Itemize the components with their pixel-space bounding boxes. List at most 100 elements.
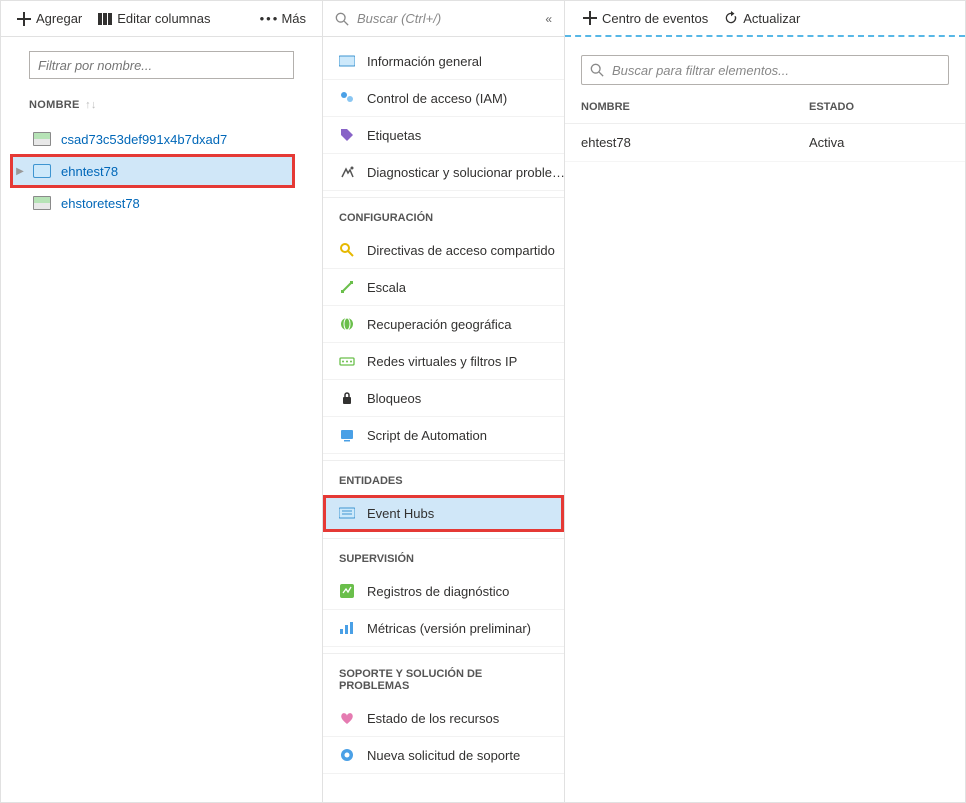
col-state-header[interactable]: ESTADO [809, 101, 949, 113]
storage-icon [33, 132, 51, 146]
resource-name: ehstoretest78 [61, 196, 140, 211]
resource-name: csad73c53def991x4b7dxad7 [61, 132, 227, 147]
nav-item-diagnose[interactable]: Diagnosticar y solucionar proble… [323, 154, 564, 191]
nav-item-label: Escala [367, 280, 406, 295]
collapse-button[interactable]: « [545, 12, 552, 26]
detail-table-body: ehtest78Activa [565, 124, 965, 162]
nav-item-key[interactable]: Directivas de acceso compartido [323, 232, 564, 269]
eventhub-icon [339, 505, 355, 521]
row-state: Activa [809, 135, 949, 150]
detail-table: NOMBRE ESTADO ehtest78Activa [565, 89, 965, 162]
nav-item-diaglogs[interactable]: Registros de diagnóstico [323, 573, 564, 610]
nav-item-support[interactable]: Nueva solicitud de soporte [323, 737, 564, 774]
diaglogs-icon [339, 583, 355, 599]
metrics-icon [339, 620, 355, 636]
detail-search-wrap: Buscar para filtrar elementos... [565, 37, 965, 89]
nav-search[interactable]: Buscar (Ctrl+/) « [323, 1, 564, 37]
tag-icon [339, 127, 355, 143]
nav-item-health[interactable]: Estado de los recursos [323, 700, 564, 737]
refresh-button[interactable]: Actualizar [716, 7, 808, 30]
iam-icon [339, 90, 355, 106]
nav-item-automation[interactable]: Script de Automation [323, 417, 564, 454]
nav-item-label: Métricas (versión preliminar) [367, 621, 531, 636]
filter-input[interactable] [29, 51, 294, 79]
nav-section-title: ENTIDADES [323, 460, 564, 495]
support-icon [339, 747, 355, 763]
nav-item-eventhub[interactable]: Event Hubs [323, 495, 564, 532]
event-center-label: Centro de eventos [602, 11, 708, 26]
nav-item-vnet[interactable]: Redes virtuales y filtros IP [323, 343, 564, 380]
columns-icon [98, 12, 112, 26]
nav-item-overview[interactable]: Información general [323, 43, 564, 80]
vnet-icon [339, 353, 355, 369]
diagnose-icon [339, 164, 355, 180]
resources-toolbar: Agregar Editar columnas ••• Más [1, 1, 322, 37]
nav-item-label: Directivas de acceso compartido [367, 243, 555, 258]
nav-item-label: Diagnosticar y solucionar proble… [367, 165, 564, 180]
resource-name: ehntest78 [61, 164, 118, 179]
sort-arrow-icon: ↑↓ [85, 99, 97, 111]
nav-item-label: Control de acceso (IAM) [367, 91, 507, 106]
add-button[interactable]: Agregar [9, 7, 90, 30]
nav-section-title: CONFIGURACIÓN [323, 197, 564, 232]
refresh-icon [724, 11, 738, 25]
health-icon [339, 710, 355, 726]
lock-icon [339, 390, 355, 406]
nav-item-label: Información general [367, 54, 482, 69]
resource-item[interactable]: ▶ehstoretest78 [11, 187, 294, 219]
scale-icon [339, 279, 355, 295]
nav-item-label: Script de Automation [367, 428, 487, 443]
resources-list: ▶csad73c53def991x4b7dxad7 ▶ ehntest78 ▶ehst… [1, 117, 322, 219]
nav-item-label: Redes virtuales y filtros IP [367, 354, 517, 369]
nav-search-placeholder: Buscar (Ctrl+/) [357, 11, 441, 26]
overview-icon [339, 53, 355, 69]
resources-panel: Agregar Editar columnas ••• Más NOMBRE ↑… [1, 1, 323, 802]
more-label: Más [281, 11, 306, 26]
resource-item[interactable]: ▶ ehntest78 [11, 155, 294, 187]
nav-item-lock[interactable]: Bloqueos [323, 380, 564, 417]
plus-icon [583, 11, 597, 25]
nav-item-label: Registros de diagnóstico [367, 584, 509, 599]
nav-item-tag[interactable]: Etiquetas [323, 117, 564, 154]
nav-section-title: SOPORTE Y SOLUCIÓN DE PROBLEMAS [323, 653, 564, 700]
event-center-button[interactable]: Centro de eventos [575, 7, 716, 30]
col-name-header[interactable]: NOMBRE [581, 101, 809, 113]
detail-search[interactable]: Buscar para filtrar elementos... [581, 55, 949, 85]
nav-item-label: Nueva solicitud de soporte [367, 748, 520, 763]
detail-toolbar: Centro de eventos Actualizar [565, 1, 965, 37]
filter-wrapper [1, 37, 322, 89]
nav-item-iam[interactable]: Control de acceso (IAM) [323, 80, 564, 117]
nav-item-label: Event Hubs [367, 506, 434, 521]
eventhub-icon [33, 164, 51, 178]
nav-section-title: SUPERVISIÓN [323, 538, 564, 573]
col-name-label: NOMBRE [29, 99, 80, 111]
search-icon [335, 12, 349, 26]
nav-item-metrics[interactable]: Métricas (versión preliminar) [323, 610, 564, 647]
nav-item-geo[interactable]: Recuperación geográfica [323, 306, 564, 343]
plus-icon [17, 12, 31, 26]
search-icon [590, 63, 604, 77]
edit-columns-button[interactable]: Editar columnas [90, 7, 218, 30]
table-row[interactable]: ehtest78Activa [565, 124, 965, 162]
detail-panel: Centro de eventos Actualizar Buscar para… [565, 1, 965, 802]
detail-table-head: NOMBRE ESTADO [565, 95, 965, 124]
ellipsis-icon: ••• [262, 12, 276, 26]
refresh-label: Actualizar [743, 11, 800, 26]
storage-icon [33, 196, 51, 210]
nav-item-label: Etiquetas [367, 128, 421, 143]
row-name: ehtest78 [581, 135, 809, 150]
resources-col-header[interactable]: NOMBRE ↑↓ [1, 89, 322, 117]
add-label: Agregar [36, 11, 82, 26]
nav-item-scale[interactable]: Escala [323, 269, 564, 306]
nav-item-label: Bloqueos [367, 391, 421, 406]
edit-columns-label: Editar columnas [117, 11, 210, 26]
key-icon [339, 242, 355, 258]
resource-item[interactable]: ▶csad73c53def991x4b7dxad7 [11, 123, 294, 155]
chevron-right-icon: ▶ [15, 166, 25, 177]
nav-sections: Información general Control de acceso (IA… [323, 37, 564, 774]
nav-panel: Buscar (Ctrl+/) « Información general Con… [323, 1, 565, 802]
nav-item-label: Estado de los recursos [367, 711, 499, 726]
detail-search-placeholder: Buscar para filtrar elementos... [612, 63, 789, 78]
more-button[interactable]: ••• Más [254, 7, 314, 30]
nav-item-label: Recuperación geográfica [367, 317, 512, 332]
